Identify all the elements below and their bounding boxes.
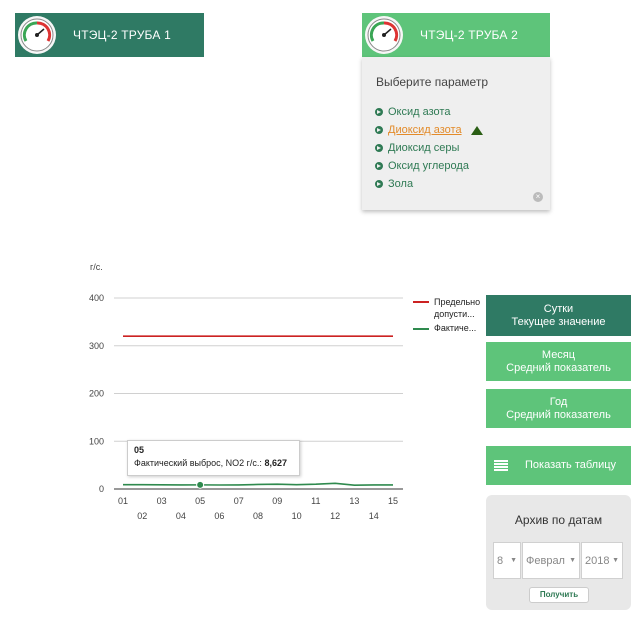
- show-table-button[interactable]: Показать таблицу: [486, 446, 631, 485]
- bullet-icon: [375, 126, 383, 134]
- date-archive-panel: Архив по датам 8 ▼ Феврал ▼ 2018 ▼ Получить: [486, 495, 631, 610]
- parameter-dropdown: Выберите параметр Оксид азота Диоксид аз…: [362, 57, 550, 210]
- x-tick-label: 08: [253, 511, 263, 521]
- x-tick-label: 05: [195, 496, 205, 506]
- dropdown-arrow-icon: ▼: [612, 557, 619, 564]
- close-icon[interactable]: ×: [533, 192, 543, 202]
- year-button[interactable]: Год Средний показатель: [486, 389, 631, 428]
- y-axis-label: г/с.: [90, 262, 103, 272]
- legend-label-limit: Предельно допусти...: [434, 297, 481, 319]
- get-button[interactable]: Получить: [529, 587, 589, 603]
- tooltip-label: Фактический выброс, NO2 г/с.:: [134, 458, 265, 468]
- month-select[interactable]: Феврал ▼: [522, 542, 580, 579]
- bullet-icon: [375, 144, 383, 152]
- parameter-item-co[interactable]: Оксид углерода: [375, 157, 483, 175]
- x-tick-label: 13: [349, 496, 359, 506]
- year-button-subtitle: Средний показатель: [506, 408, 611, 421]
- legend-swatch: [413, 301, 429, 303]
- legend-label-actual: Фактиче...: [434, 323, 477, 333]
- archive-title: Архив по датам: [514, 513, 603, 527]
- table-icon: [494, 459, 508, 472]
- parameter-item-nox[interactable]: Оксид азота: [375, 103, 483, 121]
- x-tick-label: 01: [118, 496, 128, 506]
- parameter-list: Оксид азота Диоксид азота Диоксид серы О…: [375, 103, 483, 193]
- bullet-icon: [375, 180, 383, 188]
- month-button-title: Месяц: [541, 348, 576, 361]
- tooltip-day: 05: [134, 445, 145, 455]
- gauge-icon: [362, 13, 406, 57]
- tube-1-button[interactable]: ЧТЭЦ-2 ТРУБА 1: [15, 13, 204, 57]
- y-tick-label: 300: [89, 341, 104, 351]
- tooltip-value: 8,627: [264, 458, 287, 468]
- gauge-icon: [15, 13, 59, 57]
- x-tick-label: 09: [272, 496, 282, 506]
- month-button[interactable]: Месяц Средний показатель: [486, 342, 631, 381]
- y-tick-label: 200: [89, 389, 104, 399]
- legend-item-actual[interactable]: Фактиче...: [413, 323, 484, 333]
- triangle-up-icon: [470, 125, 483, 135]
- day-button-subtitle: Текущее значение: [511, 315, 606, 328]
- x-tick-label: 14: [369, 511, 379, 521]
- x-tick-label: 11: [311, 496, 320, 506]
- legend-item-limit[interactable]: Предельно допусти...: [413, 296, 484, 320]
- dropdown-arrow-icon: ▼: [569, 557, 576, 564]
- month-button-subtitle: Средний показатель: [506, 361, 611, 374]
- x-tick-label: 04: [176, 511, 186, 521]
- actual-series-line: [123, 482, 393, 486]
- x-tick-label: 03: [157, 496, 167, 506]
- x-tick-label: 10: [292, 511, 302, 521]
- dropdown-arrow-icon: ▼: [510, 557, 517, 564]
- parameter-item-no2[interactable]: Диоксид азота: [375, 121, 483, 139]
- y-tick-label: 0: [99, 484, 104, 494]
- parameter-item-so2[interactable]: Диоксид серы: [375, 139, 483, 157]
- chart-tooltip: 05 Фактический выброс, NO2 г/с.: 8,627: [127, 440, 300, 476]
- emissions-chart: г/с. 0 100 200 300 400 01 02 03 04 05 06 07 08 09 10 11 1…: [89, 262, 403, 521]
- show-table-label: Показать таблицу: [525, 459, 617, 471]
- bullet-icon: [375, 162, 383, 170]
- day-button[interactable]: Сутки Текущее значение: [486, 295, 631, 336]
- year-button-title: Год: [549, 395, 568, 408]
- tube-2-button[interactable]: ЧТЭЦ-2 ТРУБА 2: [362, 13, 550, 57]
- x-tick-label: 15: [388, 496, 398, 506]
- year-select[interactable]: 2018 ▼: [581, 542, 623, 579]
- x-tick-label: 12: [330, 511, 340, 521]
- legend-swatch: [413, 328, 429, 330]
- highlighted-point: [196, 480, 205, 489]
- x-tick-label: 06: [214, 511, 224, 521]
- day-button-title: Сутки: [543, 302, 574, 315]
- tube-1-label: ЧТЭЦ-2 ТРУБА 1: [73, 28, 171, 42]
- parameter-item-ash[interactable]: Зола: [375, 175, 483, 193]
- chart-legend: Предельно допусти... Фактиче...: [413, 296, 484, 333]
- tube-2-label: ЧТЭЦ-2 ТРУБА 2: [420, 28, 518, 42]
- parameter-title: Выберите параметр: [376, 75, 489, 89]
- y-tick-label: 400: [89, 293, 104, 303]
- bullet-icon: [375, 108, 383, 116]
- x-tick-label: 07: [234, 496, 244, 506]
- y-tick-label: 100: [89, 436, 104, 446]
- day-select[interactable]: 8 ▼: [493, 542, 521, 579]
- x-tick-label: 02: [137, 511, 147, 521]
